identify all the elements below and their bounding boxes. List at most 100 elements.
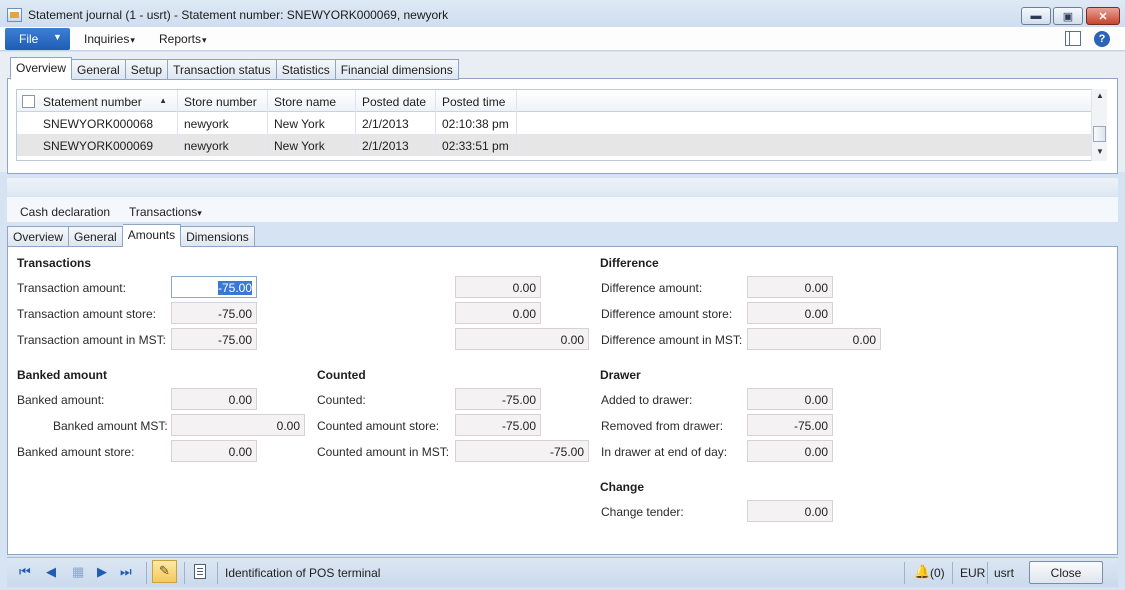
in-drawer-end-of-day-label: In drawer at end of day: — [601, 445, 728, 459]
cell-store-name[interactable]: New York — [268, 112, 356, 134]
cash-declaration-button[interactable]: Cash declaration — [20, 205, 110, 219]
counted-field[interactable]: -75.00 — [455, 388, 541, 410]
cell-statement-number[interactable]: SNEWYORK000068 — [37, 112, 178, 134]
change-tender-label: Change tender: — [601, 505, 684, 519]
column-header-store-name[interactable]: Store name — [268, 90, 356, 112]
tab-overview[interactable]: Overview — [10, 57, 73, 80]
status-separator — [184, 562, 185, 584]
difference-amount-field[interactable]: 0.00 — [747, 276, 833, 298]
tab-financial-dimensions[interactable]: Financial dimensions — [335, 59, 459, 80]
tab-transaction-status[interactable]: Transaction status — [168, 59, 277, 80]
title-bar: Statement journal (1 - usrt) - Statement… — [0, 0, 1125, 30]
close-button[interactable]: Close — [1029, 561, 1103, 584]
counted-amount-store-field[interactable]: -75.00 — [455, 414, 541, 436]
transaction-column2-store-field[interactable]: 0.00 — [455, 302, 541, 324]
record-list-icon[interactable]: ▦ — [72, 564, 84, 580]
help-icon[interactable]: ? — [1094, 31, 1110, 47]
in-drawer-end-of-day-field[interactable]: 0.00 — [747, 440, 833, 462]
bottom-tab-strip: Overview General Amounts Dimensions — [7, 224, 255, 247]
removed-from-drawer-field[interactable]: -75.00 — [747, 414, 833, 436]
transaction-amount-store-field[interactable]: -75.00 — [171, 302, 257, 324]
tab-amounts[interactable]: Amounts — [122, 224, 182, 247]
change-tender-field[interactable]: 0.00 — [747, 500, 833, 522]
difference-amount-mst-field[interactable]: 0.00 — [747, 328, 881, 350]
counted-amount-mst-field[interactable]: -75.00 — [455, 440, 589, 462]
counted-group-title: Counted — [317, 368, 366, 382]
transactions-menu[interactable]: Transactions▾ — [129, 205, 202, 219]
transaction-amount-label: Transaction amount: — [17, 281, 126, 295]
edit-mode-button[interactable]: ✎ — [152, 560, 177, 583]
cell-posted-date[interactable]: 2/1/2013 — [356, 112, 436, 134]
cell-store-name[interactable]: New York — [268, 134, 356, 156]
scroll-down-icon[interactable]: ▼ — [1096, 147, 1104, 156]
notification-count[interactable]: (0) — [930, 566, 945, 580]
scroll-thumb[interactable] — [1093, 126, 1106, 142]
bell-icon[interactable]: 🔔 — [914, 564, 930, 580]
table-row-selected[interactable]: SNEWYORK000069 newyork New York 2/1/2013… — [17, 134, 1092, 156]
status-separator — [146, 562, 147, 584]
status-separator — [952, 562, 953, 584]
currency-indicator[interactable]: EUR — [960, 566, 985, 580]
transaction-amount-value: -75.00 — [217, 281, 252, 295]
minimize-button[interactable]: ▬ — [1021, 7, 1051, 25]
tab-statistics[interactable]: Statistics — [276, 59, 336, 80]
scroll-up-icon[interactable]: ▲ — [1096, 91, 1104, 100]
tab-general[interactable]: General — [72, 59, 126, 80]
grid-header: Statement number ▲ Store number Store na… — [17, 90, 1092, 112]
banked-amount-store-field[interactable]: 0.00 — [171, 440, 257, 462]
file-menu-button[interactable]: File ▼ — [5, 28, 70, 50]
cell-posted-date[interactable]: 2/1/2013 — [356, 134, 436, 156]
close-window-button[interactable]: ✕ — [1086, 7, 1120, 25]
company-indicator[interactable]: usrt — [994, 566, 1014, 580]
counted-amount-store-label: Counted amount store: — [317, 419, 440, 433]
grid-scrollbar[interactable]: ▲ ▼ — [1091, 89, 1107, 161]
transaction-column2-amount-field[interactable]: 0.00 — [455, 276, 541, 298]
added-to-drawer-field[interactable]: 0.00 — [747, 388, 833, 410]
chevron-down-icon: ▾ — [202, 35, 207, 45]
difference-amount-store-label: Difference amount store: — [601, 307, 733, 321]
transaction-amount-store-label: Transaction amount store: — [17, 307, 156, 321]
column-header-store-number[interactable]: Store number — [178, 90, 268, 112]
status-separator — [987, 562, 988, 584]
column-label: Statement number — [43, 95, 142, 109]
difference-amount-label: Difference amount: — [601, 281, 703, 295]
app-icon — [7, 8, 22, 22]
tab-dimensions[interactable]: Dimensions — [181, 226, 255, 247]
transaction-amount-field[interactable]: -75.00 — [171, 276, 257, 298]
transaction-amount-mst-field[interactable]: -75.00 — [171, 328, 257, 350]
banked-amount-field[interactable]: 0.00 — [171, 388, 257, 410]
last-record-icon[interactable]: ⏭ — [120, 564, 132, 580]
layout-icon[interactable] — [1065, 31, 1081, 46]
tab-overview[interactable]: Overview — [7, 226, 70, 247]
field-help-text: Identification of POS terminal — [225, 566, 381, 580]
reports-menu[interactable]: Reports▾ — [159, 32, 207, 46]
inquiries-menu[interactable]: Inquiries▾ — [84, 32, 135, 46]
column-header-posted-date[interactable]: Posted date — [356, 90, 436, 112]
transactions-menu-label: Transactions — [129, 205, 198, 219]
column-header-posted-time[interactable]: Posted time — [436, 90, 517, 112]
first-record-icon[interactable]: ⏮ — [19, 564, 31, 580]
file-menu-label: File — [19, 32, 39, 46]
attachment-icon[interactable] — [194, 564, 206, 579]
tab-general[interactable]: General — [69, 226, 123, 247]
cell-posted-time[interactable]: 02:33:51 pm — [436, 134, 517, 156]
column-header-statement-number[interactable]: Statement number ▲ — [37, 90, 178, 112]
tab-setup[interactable]: Setup — [125, 59, 169, 80]
removed-from-drawer-label: Removed from drawer: — [601, 419, 724, 433]
column-header-spacer — [517, 90, 1092, 112]
previous-record-icon[interactable]: ◀ — [46, 564, 56, 580]
cell-statement-number[interactable]: SNEWYORK000069 — [37, 134, 178, 156]
difference-amount-store-field[interactable]: 0.00 — [747, 302, 833, 324]
transaction-column2-mst-field[interactable]: 0.00 — [455, 328, 589, 350]
window-title: Statement journal (1 - usrt) - Statement… — [28, 8, 449, 22]
sort-ascending-icon: ▲ — [159, 96, 167, 105]
next-record-icon[interactable]: ▶ — [97, 564, 107, 580]
splitter[interactable] — [7, 178, 1118, 196]
banked-amount-mst-field[interactable]: 0.00 — [171, 414, 305, 436]
cell-posted-time[interactable]: 02:10:38 pm — [436, 112, 517, 134]
table-row[interactable]: SNEWYORK000068 newyork New York 2/1/2013… — [17, 112, 1092, 134]
cell-store-number[interactable]: newyork — [178, 134, 268, 156]
select-all-checkbox[interactable] — [17, 90, 37, 112]
cell-store-number[interactable]: newyork — [178, 112, 268, 134]
maximize-button[interactable]: ▣ — [1053, 7, 1083, 25]
